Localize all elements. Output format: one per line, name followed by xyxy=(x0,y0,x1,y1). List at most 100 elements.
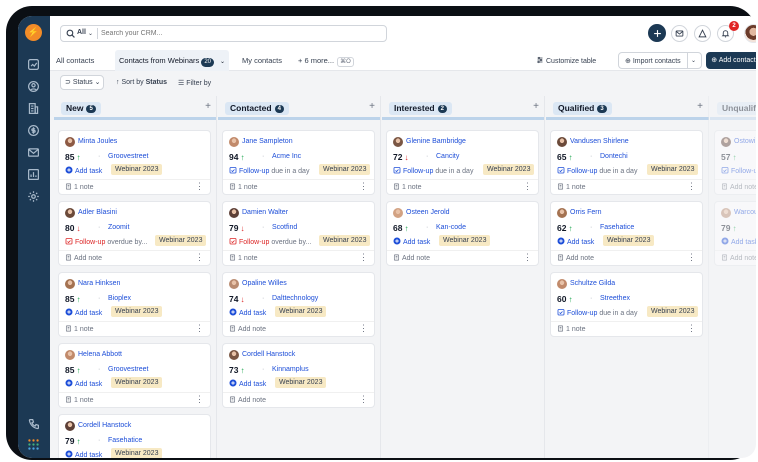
notifications-button[interactable]: 2 xyxy=(717,21,739,42)
company-link[interactable]: Acme Inc xyxy=(264,153,301,160)
create-button[interactable] xyxy=(648,24,666,42)
contact-name-link[interactable]: Vandusen Shirlene xyxy=(570,138,629,145)
follow-up-task[interactable]: Follow-up due in a day xyxy=(229,166,309,175)
contact-card[interactable]: Glenine Bambridge 72 ↓ · Cancity Follow-up du… xyxy=(386,130,539,195)
more-options-icon[interactable]: ⋮ xyxy=(687,324,696,333)
contact-name-link[interactable]: Osteen Jerold xyxy=(406,209,450,216)
status-filter-button[interactable]: ⊃ Status ⌄ xyxy=(60,75,104,90)
contact-name-link[interactable]: Warcou xyxy=(734,209,756,216)
reports-icon[interactable] xyxy=(27,58,40,71)
contact-card[interactable]: Schultze Gilda 60 ↑ · Streethex Follow-up due… xyxy=(550,272,703,337)
company-link[interactable]: Kan-code xyxy=(428,224,466,231)
follow-up-task[interactable]: Follow-up due in a day xyxy=(393,166,473,175)
notes-link[interactable]: 1 note xyxy=(557,183,585,191)
phone-icon[interactable] xyxy=(27,418,40,431)
app-logo[interactable]: ⚡ xyxy=(25,24,42,41)
contact-card[interactable]: Nara Hinksen 85 ↑ · Bioplex Add task Webinar 2… xyxy=(58,272,211,337)
contact-name-link[interactable]: Cordell Hanstock xyxy=(78,422,131,429)
add-note-button[interactable]: Add note xyxy=(229,325,266,333)
filter-by-button[interactable]: ☰ Filter by xyxy=(178,79,211,87)
more-options-icon[interactable]: ⋮ xyxy=(523,253,532,262)
add-contact-button[interactable]: ⊕ Add contact xyxy=(706,52,756,69)
contact-name-link[interactable]: Opaline Willes xyxy=(242,280,287,287)
contact-name-link[interactable]: Damien Walter xyxy=(242,209,288,216)
more-options-icon[interactable]: ⋮ xyxy=(195,395,204,404)
add-task-button[interactable]: Add task xyxy=(65,308,102,317)
notes-link[interactable]: 1 note xyxy=(393,183,421,191)
more-options-icon[interactable]: ⋮ xyxy=(523,182,532,191)
add-card-plus-icon[interactable]: + xyxy=(697,101,703,112)
customize-table-button[interactable]: Customize table xyxy=(536,56,596,65)
add-card-plus-icon[interactable]: + xyxy=(205,101,211,112)
assistant-button[interactable] xyxy=(694,25,711,42)
add-note-button[interactable]: Add note xyxy=(557,254,594,262)
add-task-button[interactable]: Add task xyxy=(65,450,102,458)
contact-name-link[interactable]: Nara Hinksen xyxy=(78,280,120,287)
contact-card[interactable]: Cordell Hanstock 79 ↑ · Fasehatice Add task We… xyxy=(58,414,211,458)
deals-icon[interactable] xyxy=(27,124,40,137)
tab-my-contacts[interactable]: My contacts xyxy=(242,50,282,71)
add-note-button[interactable]: Add note xyxy=(721,254,756,262)
company-link[interactable]: Zoomit xyxy=(100,224,129,231)
apps-grid-icon[interactable] xyxy=(27,438,40,451)
settings-icon[interactable] xyxy=(27,190,40,203)
more-options-icon[interactable]: ⋮ xyxy=(687,182,696,191)
add-task-button[interactable]: Add task xyxy=(65,379,102,388)
company-link[interactable]: Kinnamplus xyxy=(264,366,309,373)
chevron-down-icon[interactable]: ⌄ xyxy=(691,57,696,64)
contact-card[interactable]: Ostowi57↑Follow-upAdd note⋮ xyxy=(714,130,756,195)
add-task-button[interactable]: Add task xyxy=(393,237,430,246)
contact-name-link[interactable]: Orris Fern xyxy=(570,209,602,216)
tab-contacts-from-webinars[interactable]: Contacts from Webinars 20 ⌄ xyxy=(115,50,230,71)
contact-card[interactable]: Osteen Jerold 68 ↑ · Kan-code Add task Webinar… xyxy=(386,201,539,266)
add-task-button[interactable]: Add task xyxy=(65,166,102,175)
more-options-icon[interactable]: ⋮ xyxy=(195,324,204,333)
more-options-icon[interactable]: ⋮ xyxy=(195,182,204,191)
more-options-icon[interactable]: ⋮ xyxy=(359,182,368,191)
more-options-icon[interactable]: ⋮ xyxy=(359,395,368,404)
contact-card[interactable]: Jane Sampleton 94 ↑ · Acme Inc Follow-up due … xyxy=(222,130,375,195)
notes-link[interactable]: 1 note xyxy=(229,254,257,262)
sort-by-button[interactable]: ↑ Sort by Status xyxy=(116,79,167,86)
company-link[interactable]: Dalttechnology xyxy=(264,295,318,302)
more-options-icon[interactable]: ⋮ xyxy=(687,253,696,262)
companies-icon[interactable] xyxy=(27,102,40,115)
company-link[interactable]: Cancity xyxy=(428,153,459,160)
company-link[interactable]: Dontechi xyxy=(592,153,628,160)
contact-card[interactable]: Vandusen Shirlene 65 ↑ · Dontechi Follow-up d… xyxy=(550,130,703,195)
more-options-icon[interactable]: ⋮ xyxy=(359,324,368,333)
follow-up-task[interactable]: Follow-up due in a day xyxy=(557,308,637,317)
company-link[interactable]: Bioplex xyxy=(100,295,131,302)
company-link[interactable]: Streethex xyxy=(592,295,630,302)
follow-up-task[interactable]: Follow-up overdue by... xyxy=(229,237,311,246)
mail-icon[interactable] xyxy=(27,146,40,159)
contact-name-link[interactable]: Ostowi xyxy=(734,138,755,145)
chevron-down-icon[interactable]: ⌄ xyxy=(220,59,225,65)
follow-up-task[interactable]: Follow-up xyxy=(721,166,756,175)
add-card-plus-icon[interactable]: + xyxy=(369,101,375,112)
follow-up-task[interactable]: Follow-up overdue by... xyxy=(65,237,147,246)
tab-all-contacts[interactable]: All contacts xyxy=(56,50,94,71)
contact-card[interactable]: Adler Blasini 80 ↓ · Zoomit Follow-up overdue… xyxy=(58,201,211,266)
more-options-icon[interactable]: ⋮ xyxy=(359,253,368,262)
company-link[interactable]: Scotfind xyxy=(264,224,297,231)
add-note-button[interactable]: Add note xyxy=(393,254,430,262)
contact-card[interactable]: Minta Joules 85 ↑ · Groovestreet Add task Webi… xyxy=(58,130,211,195)
search-input[interactable] xyxy=(101,28,381,39)
company-link[interactable]: Groovestreet xyxy=(100,153,148,160)
global-search[interactable]: All ⌄ xyxy=(60,25,387,42)
company-link[interactable]: Fasehatice xyxy=(100,437,142,444)
contact-card[interactable]: Opaline Willes 74 ↓ · Dalttechnology Add task… xyxy=(222,272,375,337)
contact-name-link[interactable]: Jane Sampleton xyxy=(242,138,293,145)
add-card-plus-icon[interactable]: + xyxy=(533,101,539,112)
notes-link[interactable]: 1 note xyxy=(557,325,585,333)
follow-up-task[interactable]: Follow-up due in a day xyxy=(557,166,637,175)
contact-name-link[interactable]: Helena Abbott xyxy=(78,351,122,358)
add-task-button[interactable]: Add task xyxy=(229,308,266,317)
add-task-button[interactable]: Add task xyxy=(721,237,756,246)
notes-link[interactable]: 1 note xyxy=(65,183,93,191)
add-task-button[interactable]: Add task xyxy=(557,237,594,246)
user-avatar[interactable] xyxy=(744,24,756,43)
contacts-icon[interactable] xyxy=(27,80,40,93)
chevron-down-icon[interactable]: ⌄ xyxy=(88,30,93,37)
